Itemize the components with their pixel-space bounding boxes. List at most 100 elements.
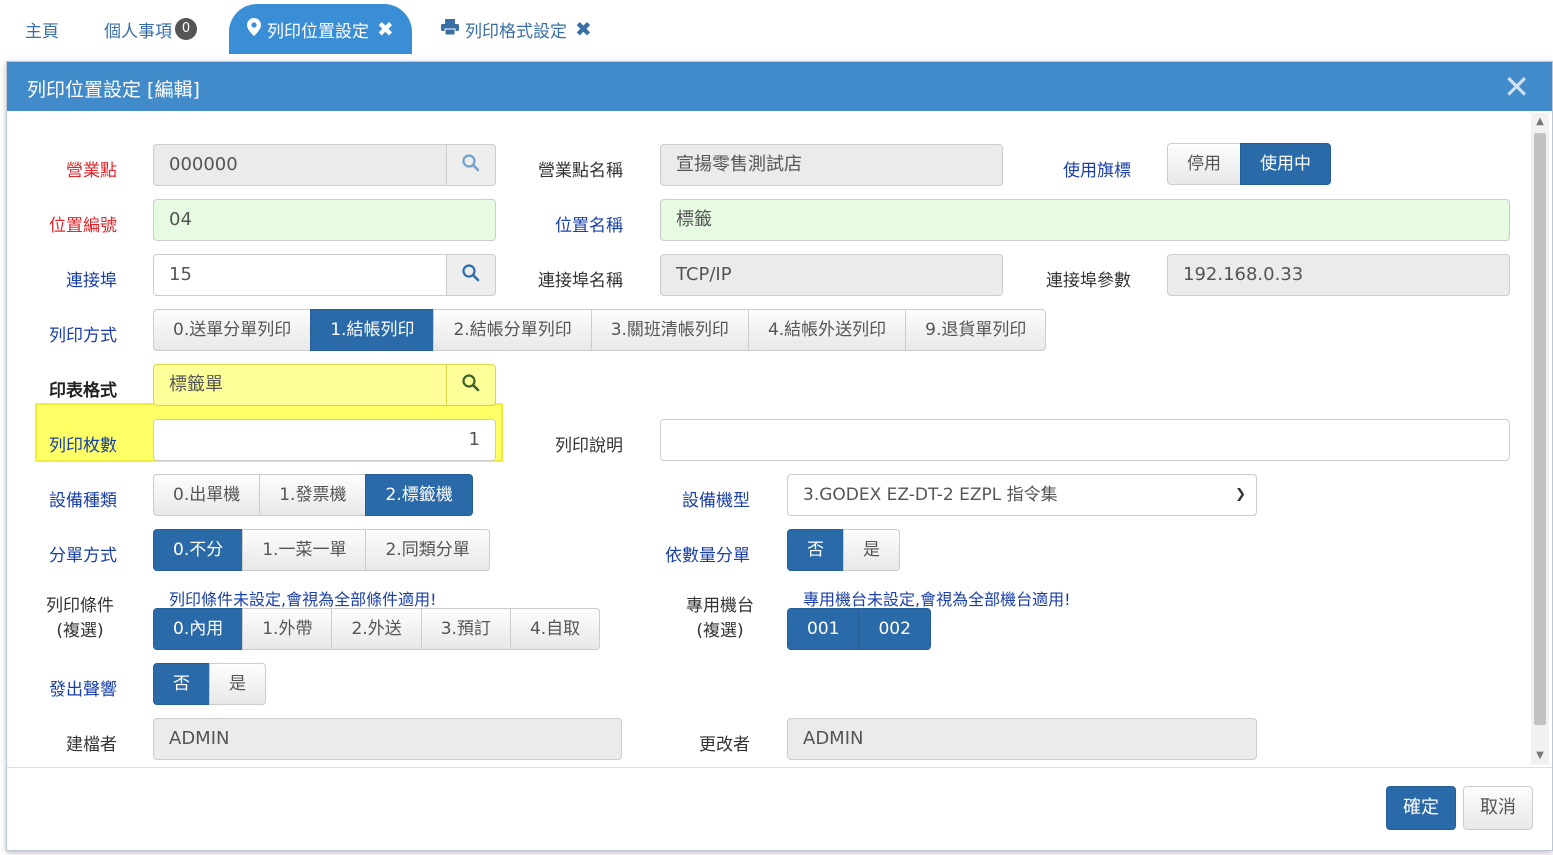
split-by-qty-no[interactable]: 否	[787, 529, 844, 571]
dialog-scrollbar[interactable]: ▲ ▼	[1531, 113, 1549, 765]
close-dialog-icon[interactable]: ✕	[1503, 68, 1530, 106]
dialog-body: 營業點 000000 營業點名稱 宣揚零售測試店 使用旗標 停用 使用中 位置編…	[7, 111, 1552, 767]
store-search-button[interactable]	[446, 144, 496, 186]
print-condition-label: 列印條件 (複選)	[35, 594, 125, 644]
machine-option[interactable]: 001	[787, 608, 860, 650]
device-model-label: 設備機型	[682, 491, 750, 511]
print-mode-option[interactable]: 1.結帳列印	[310, 309, 435, 351]
split-mode-options: 0.不分 1.一菜一單 2.同類分單	[153, 529, 490, 571]
personal-items-count-badge: 0	[175, 18, 197, 40]
print-desc-input[interactable]	[660, 419, 1510, 461]
cancel-button[interactable]: 取消	[1463, 786, 1533, 830]
active-flag-label: 使用旗標	[1063, 161, 1131, 181]
creator-label: 建檔者	[66, 735, 117, 755]
map-marker-icon	[247, 18, 261, 40]
device-type-options: 0.出單機 1.發票機 2.標籤機	[153, 474, 473, 516]
position-name-input[interactable]: 標籤	[660, 199, 1510, 241]
store-code-input[interactable]: 000000	[153, 144, 447, 186]
close-tab-icon[interactable]: ✖	[377, 17, 394, 41]
edit-print-position-dialog: 列印位置設定 [編輯] ✕ 營業點 000000 營業點名稱 宣揚零售測試店 使…	[6, 61, 1553, 851]
tab-print-position-label: 列印位置設定	[267, 21, 369, 42]
top-tab-bar: 主頁 個人事項 0 列印位置設定 ✖ 列印格式設定 ✖	[0, 0, 1553, 60]
position-no-input[interactable]: 04	[153, 199, 496, 241]
in-use-option[interactable]: 使用中	[1240, 143, 1331, 185]
dialog-header: 列印位置設定 [編輯] ✕	[7, 62, 1552, 111]
print-condition-option[interactable]: 1.外帶	[242, 608, 333, 650]
split-by-qty-yes[interactable]: 是	[843, 529, 900, 571]
tab-print-position-settings[interactable]: 列印位置設定 ✖	[229, 4, 412, 54]
close-tab-icon[interactable]: ✖	[575, 17, 592, 41]
print-mode-option[interactable]: 3.關班清帳列印	[590, 309, 749, 351]
port-param-input: 192.168.0.33	[1167, 254, 1510, 296]
print-mode-option[interactable]: 2.結帳分單列印	[433, 309, 592, 351]
store-name-input: 宣揚零售測試店	[660, 144, 1003, 186]
store-label: 營業點	[66, 161, 117, 181]
scroll-up-arrow-icon[interactable]: ▲	[1531, 113, 1549, 131]
copies-label: 列印枚數	[49, 436, 117, 456]
chevron-down-icon: ❯	[1235, 487, 1246, 502]
copies-input[interactable]: 1	[153, 419, 496, 461]
device-model-value: 3.GODEX EZ-DT-2 EZPL 指令集	[803, 485, 1058, 505]
device-type-option[interactable]: 0.出單機	[153, 474, 261, 516]
split-mode-option[interactable]: 1.一菜一單	[242, 529, 367, 571]
port-label: 連接埠	[66, 271, 117, 291]
modifier-label: 更改者	[699, 735, 750, 755]
port-name-label: 連接埠名稱	[538, 271, 623, 291]
port-input[interactable]: 15	[153, 254, 447, 296]
position-no-label: 位置編號	[49, 216, 117, 236]
beep-label: 發出聲響	[49, 680, 117, 700]
tab-home[interactable]: 主頁	[25, 0, 59, 58]
split-by-qty-toggle: 否 是	[787, 529, 900, 571]
print-condition-options: 0.內用 1.外帶 2.外送 3.預訂 4.自取	[153, 608, 601, 650]
tab-home-label: 主頁	[25, 21, 59, 42]
split-mode-option[interactable]: 2.同類分單	[365, 529, 490, 571]
beep-no[interactable]: 否	[153, 663, 210, 705]
beep-toggle: 否 是	[153, 663, 266, 705]
device-type-option[interactable]: 1.發票機	[259, 474, 367, 516]
search-icon	[462, 263, 480, 287]
print-condition-option[interactable]: 2.外送	[331, 608, 422, 650]
store-name-label: 營業點名稱	[538, 161, 623, 181]
port-param-label: 連接埠參數	[1046, 271, 1131, 291]
print-condition-label-line2: (複選)	[56, 621, 104, 641]
position-name-label: 位置名稱	[555, 216, 623, 236]
dialog-footer: 確定 取消	[7, 767, 1552, 851]
creator-input: ADMIN	[153, 718, 622, 760]
tab-personal-items[interactable]: 個人事項 0	[104, 0, 197, 58]
port-search-button[interactable]	[446, 254, 496, 296]
tab-personal-items-label: 個人事項	[104, 21, 172, 42]
device-type-option[interactable]: 2.標籤機	[365, 474, 473, 516]
tab-print-format-settings[interactable]: 列印格式設定 ✖	[441, 0, 592, 58]
print-format-search-button[interactable]	[446, 364, 496, 406]
dedicated-machine-label-line2: (複選)	[696, 621, 744, 641]
print-format-input[interactable]: 標籤單	[153, 364, 447, 406]
print-format-label: 印表格式	[49, 381, 117, 401]
split-mode-option[interactable]: 0.不分	[153, 529, 244, 571]
printer-icon	[441, 19, 459, 39]
dedicated-machine-label-line1: 專用機台	[686, 596, 754, 616]
tab-print-format-label: 列印格式設定	[465, 21, 567, 42]
beep-yes[interactable]: 是	[209, 663, 266, 705]
scrollbar-thumb[interactable]	[1534, 133, 1546, 725]
dedicated-machine-options: 001 002	[787, 608, 931, 650]
print-condition-hint: 列印條件未設定,會視為全部條件適用!	[169, 590, 437, 609]
print-condition-option[interactable]: 4.自取	[509, 608, 601, 650]
print-condition-option[interactable]: 3.預訂	[420, 608, 511, 650]
print-mode-label: 列印方式	[49, 326, 117, 346]
print-mode-option[interactable]: 9.退貨單列印	[905, 309, 1047, 351]
confirm-button[interactable]: 確定	[1386, 786, 1456, 830]
print-mode-option[interactable]: 4.結帳外送列印	[747, 309, 907, 351]
disable-option[interactable]: 停用	[1167, 143, 1241, 185]
search-icon	[462, 153, 480, 177]
print-mode-options: 0.送單分單列印 1.結帳列印 2.結帳分單列印 3.關班清帳列印 4.結帳外送…	[153, 309, 1047, 351]
machine-option[interactable]: 002	[858, 608, 931, 650]
search-icon	[462, 373, 480, 397]
print-condition-option[interactable]: 0.內用	[153, 608, 244, 650]
active-flag-toggle: 停用 使用中	[1167, 143, 1331, 185]
dedicated-machine-label: 專用機台 (複選)	[675, 594, 765, 644]
dedicated-machine-hint: 專用機台未設定,會視為全部機台適用!	[803, 590, 1071, 609]
device-model-select[interactable]: 3.GODEX EZ-DT-2 EZPL 指令集 ❯	[787, 474, 1257, 516]
print-mode-option[interactable]: 0.送單分單列印	[153, 309, 312, 351]
print-desc-label: 列印說明	[555, 436, 623, 456]
scroll-down-arrow-icon[interactable]: ▼	[1531, 747, 1549, 765]
